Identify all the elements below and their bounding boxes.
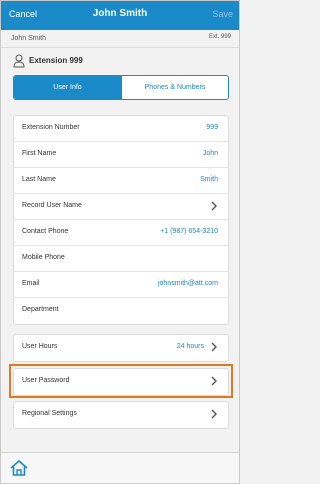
row-mobile-phone[interactable]: Mobile Phone xyxy=(14,246,228,272)
top-navigation-bar: Cancel John Smith Save xyxy=(1,1,239,30)
chevron-right-icon xyxy=(211,342,217,352)
row-value: 999 xyxy=(206,124,218,131)
row-label: Last Name xyxy=(22,176,56,183)
row-value: John xyxy=(202,150,218,157)
row-label: Regional Settings xyxy=(22,410,77,417)
row-label: Record User Name xyxy=(22,202,82,209)
user-hours-card: User Hours 24 hours xyxy=(13,334,229,362)
row-email[interactable]: Email johnsmith@att.com xyxy=(14,272,228,298)
chevron-right-icon xyxy=(211,409,217,419)
row-contact-phone[interactable]: Contact Phone +1 (987) 654-3210 xyxy=(14,220,228,246)
row-user-password[interactable]: User Password xyxy=(14,369,228,395)
row-value: 24 hours xyxy=(176,343,204,350)
row-regional-settings[interactable]: Regional Settings xyxy=(14,402,228,428)
user-info-card: Extension Number 999 First Name John Las… xyxy=(13,115,229,325)
row-label: Department xyxy=(22,306,59,313)
user-password-card: User Password xyxy=(13,368,229,396)
row-extension-number[interactable]: Extension Number 999 xyxy=(14,116,228,142)
chevron-right-icon xyxy=(211,201,217,211)
tab-user-info[interactable]: User Info xyxy=(14,76,121,99)
bottom-toolbar xyxy=(1,452,239,483)
row-label: User Hours xyxy=(22,343,58,350)
row-record-user-name[interactable]: Record User Name xyxy=(14,194,228,220)
home-icon[interactable] xyxy=(9,458,29,478)
save-button[interactable]: Save xyxy=(212,9,233,19)
regional-settings-card: Regional Settings xyxy=(13,401,229,429)
row-label: User Password xyxy=(22,377,70,384)
app-window: Cancel John Smith Save John Smith Ext. 9… xyxy=(0,0,240,484)
user-extension-heading: Extension 999 xyxy=(11,54,231,68)
segmented-control: User Info Phones & Numbers xyxy=(13,75,229,100)
row-label: Contact Phone xyxy=(22,228,69,235)
row-user-hours[interactable]: User Hours 24 hours xyxy=(14,335,228,361)
subheader-extension: Ext. 999 xyxy=(208,34,231,40)
tab-phones-numbers[interactable]: Phones & Numbers xyxy=(121,76,228,99)
row-first-name[interactable]: First Name John xyxy=(14,142,228,168)
row-label: First Name xyxy=(22,150,57,157)
row-label: Extension Number xyxy=(22,124,80,131)
row-last-name[interactable]: Last Name Smith xyxy=(14,168,228,194)
subheader-user-name: John Smith xyxy=(11,35,47,42)
chevron-right-icon xyxy=(211,376,217,386)
row-department[interactable]: Department xyxy=(14,298,228,324)
page-title: John Smith xyxy=(92,8,148,19)
row-label: Mobile Phone xyxy=(22,254,65,261)
row-value: Smith xyxy=(200,176,218,183)
extension-label: Extension 999 xyxy=(29,56,83,65)
user-icon xyxy=(13,54,25,68)
row-label: Email xyxy=(22,280,40,287)
user-subheader: John Smith Ext. 999 xyxy=(1,30,239,48)
row-value: +1 (987) 654-3210 xyxy=(160,228,218,235)
row-value: johnsmith@att.com xyxy=(157,280,218,287)
